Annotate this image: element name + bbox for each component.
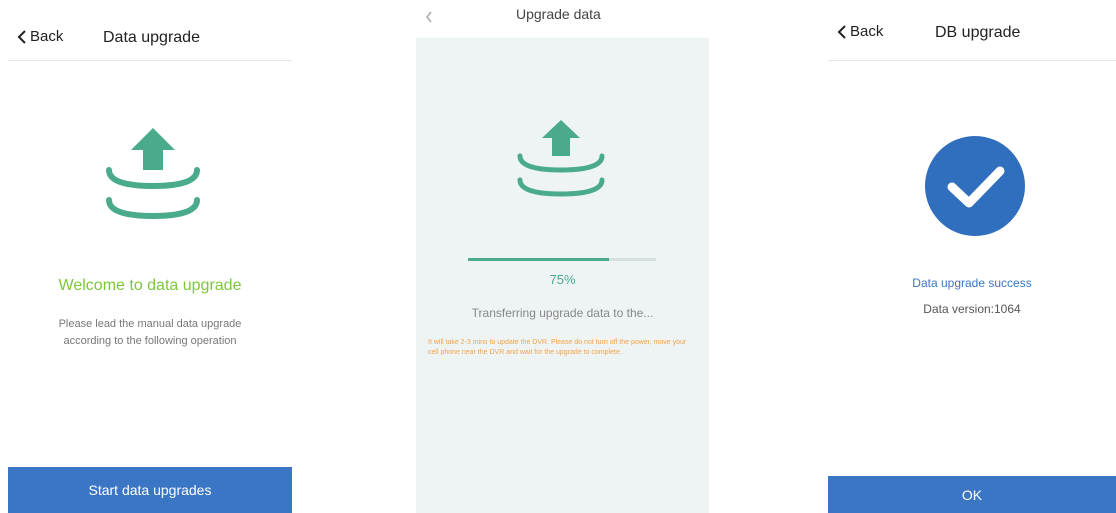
back-label: Back [850, 23, 884, 40]
screen-upgrade-progress: Upgrade data 75% Transferring upgrade da… [416, 0, 709, 513]
success-text: Data upgrade success [912, 276, 1032, 290]
progress-fill [468, 258, 609, 261]
start-upgrade-button[interactable]: Start data upgrades [8, 467, 292, 513]
back-button[interactable]: Back [836, 23, 883, 40]
upload-data-icon [517, 120, 605, 197]
back-button[interactable]: Back [16, 28, 63, 45]
nav-bar: Back DB upgrade [828, 0, 1116, 61]
page-title: Data upgrade [103, 29, 200, 46]
instructions-text: Please lead the manual data upgrade acco… [28, 316, 272, 350]
chevron-left-icon[interactable] [424, 10, 434, 24]
page-title: DB upgrade [935, 24, 1021, 41]
instructions-line: Please lead the manual data upgrade [58, 318, 242, 330]
nav-bar: Upgrade data [416, 0, 709, 38]
progress-bar [468, 258, 656, 261]
nav-bar: Back Data upgrade [8, 0, 292, 61]
back-label: Back [30, 28, 64, 45]
warning-text: It will take 2-3 mins to update the DVR.… [428, 339, 687, 356]
chevron-left-icon [17, 29, 26, 44]
page-title: Upgrade data [516, 6, 601, 22]
progress-percent: 75% [549, 272, 576, 287]
welcome-heading: Welcome to data upgrade [58, 277, 242, 294]
screen-upgrade-success: Back DB upgrade Data upgrade success Dat… [828, 0, 1116, 513]
ok-button[interactable]: OK [828, 476, 1116, 513]
status-text: Transferring upgrade data to the... [471, 306, 654, 320]
version-text: Data version:1064 [923, 302, 1021, 316]
chevron-left-icon [837, 24, 846, 39]
upload-data-icon [106, 128, 200, 220]
screen-data-upgrade-start: Back Data upgrade Welcome to data upgrad… [8, 0, 292, 513]
instructions-line: according to the following operation [63, 335, 237, 347]
check-circle-icon [925, 136, 1025, 236]
